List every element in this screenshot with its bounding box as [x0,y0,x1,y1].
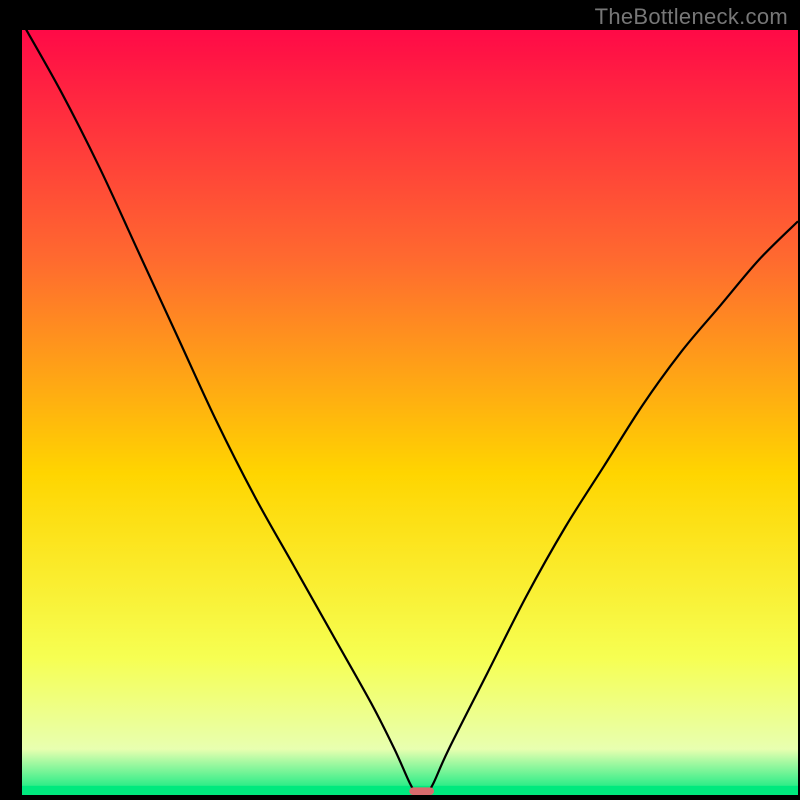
bottleneck-chart [0,0,800,800]
chart-stage: { "watermark": "TheBottleneck.com", "col… [0,0,800,800]
watermark-text: TheBottleneck.com [595,4,788,30]
optimal-point-marker [409,787,434,795]
gradient-background [22,30,798,795]
